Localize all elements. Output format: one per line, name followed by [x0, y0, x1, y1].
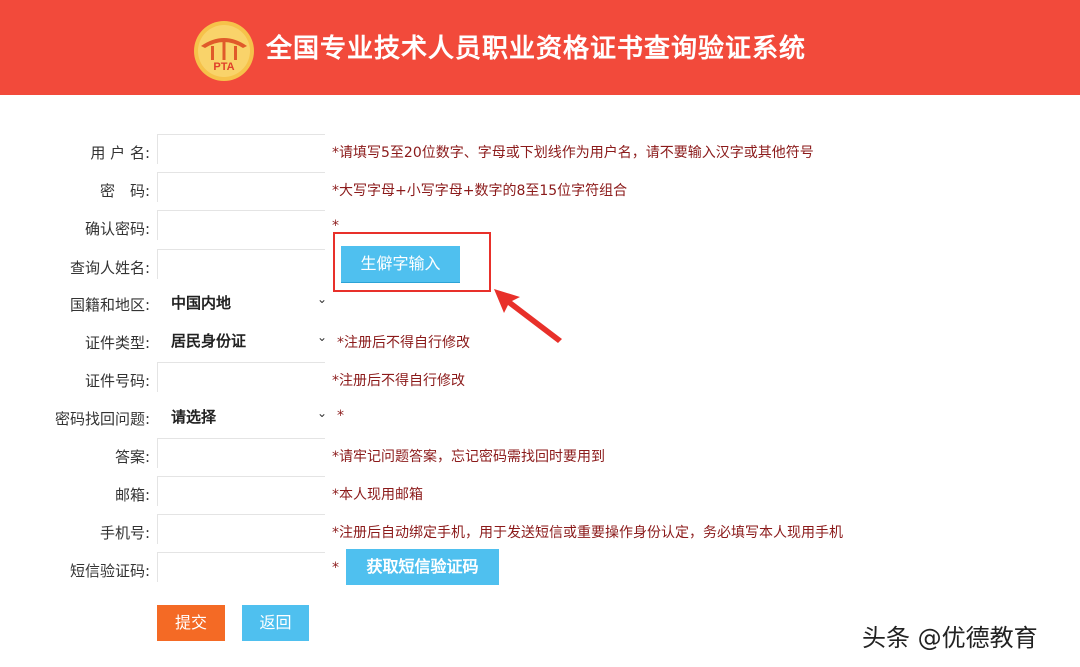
pta-logo-icon: PTA	[194, 21, 254, 81]
back-button[interactable]: 返回	[242, 605, 309, 641]
security-question-hint: *	[337, 408, 344, 424]
query-name-label: 查询人姓名:	[69, 259, 150, 277]
password-label: 密 码:	[99, 182, 150, 200]
email-hint: *本人现用邮箱	[332, 487, 423, 503]
security-question-select[interactable]: 请选择 ⌄	[157, 402, 331, 430]
username-row: 用 户 名: *请填写5至20位数字、字母或下划线作为用户名，请不要输入汉字或其…	[0, 134, 1080, 168]
password-hint: *大写字母+小写字母+数字的8至15位字符组合	[332, 183, 628, 199]
confirm-password-label: 确认密码:	[84, 220, 150, 238]
query-name-row: 查询人姓名:	[0, 249, 1080, 283]
chevron-down-icon: ⌄	[316, 292, 327, 306]
password-row: 密 码: *大写字母+小写字母+数字的8至15位字符组合	[0, 172, 1080, 206]
confirm-password-input[interactable]	[157, 210, 325, 240]
sms-code-input[interactable]	[157, 552, 325, 582]
id-number-row: 证件号码: *注册后不得自行修改	[0, 362, 1080, 396]
id-number-hint: *注册后不得自行修改	[332, 373, 465, 389]
rare-char-input-button[interactable]: 生僻字输入	[341, 246, 460, 282]
id-type-label: 证件类型:	[84, 334, 150, 352]
svg-text:PTA: PTA	[213, 61, 234, 73]
phone-row: 手机号: *注册后自动绑定手机，用于发送短信或重要操作身份认定，务必填写本人现用…	[0, 514, 1080, 548]
username-hint: *请填写5至20位数字、字母或下划线作为用户名，请不要输入汉字或其他符号	[332, 145, 814, 161]
security-question-row: 密码找回问题: 请选择 ⌄ *	[0, 400, 1080, 434]
id-type-selected: 居民身份证	[171, 332, 247, 350]
answer-hint: *请牢记问题答案，忘记密码需找回时要用到	[332, 449, 605, 465]
security-question-label: 密码找回问题:	[54, 410, 150, 428]
sms-code-row: 短信验证码: *	[0, 552, 1080, 586]
id-number-label: 证件号码:	[84, 372, 150, 390]
nationality-label: 国籍和地区:	[69, 296, 150, 314]
answer-row: 答案: *请牢记问题答案，忘记密码需找回时要用到	[0, 438, 1080, 472]
id-type-row: 证件类型: 居民身份证 ⌄ *注册后不得自行修改	[0, 324, 1080, 358]
answer-input[interactable]	[157, 438, 325, 468]
phone-hint: *注册后自动绑定手机，用于发送短信或重要操作身份认定，务必填写本人现用手机	[332, 525, 843, 541]
site-header: PTA 全国专业技术人员职业资格证书查询验证系统	[0, 0, 1080, 95]
sms-code-hint: *	[332, 560, 339, 576]
email-label: 邮箱:	[114, 486, 150, 504]
phone-input[interactable]	[157, 514, 325, 544]
id-number-input[interactable]	[157, 362, 325, 392]
security-question-selected: 请选择	[171, 408, 217, 426]
chevron-down-icon: ⌄	[316, 330, 327, 344]
email-input[interactable]	[157, 476, 325, 506]
nationality-select[interactable]: 中国内地 ⌄	[157, 288, 331, 316]
watermark: 头条 @优德教育	[862, 624, 1038, 652]
password-input[interactable]	[157, 172, 325, 202]
username-input[interactable]	[157, 134, 325, 164]
nationality-selected: 中国内地	[171, 294, 232, 312]
id-type-hint: *注册后不得自行修改	[337, 335, 470, 351]
email-row: 邮箱: *本人现用邮箱	[0, 476, 1080, 510]
id-type-select[interactable]: 居民身份证 ⌄	[157, 326, 331, 354]
get-sms-code-button[interactable]: 获取短信验证码	[346, 549, 499, 585]
confirm-password-row: 确认密码: *	[0, 210, 1080, 244]
answer-label: 答案:	[114, 448, 150, 466]
submit-button[interactable]: 提交	[157, 605, 225, 641]
chevron-down-icon: ⌄	[316, 406, 327, 420]
query-name-input[interactable]	[157, 249, 325, 279]
site-title: 全国专业技术人员职业资格证书查询验证系统	[266, 34, 807, 64]
username-label: 用 户 名:	[90, 144, 150, 162]
sms-code-label: 短信验证码:	[69, 562, 150, 580]
phone-label: 手机号:	[99, 524, 150, 542]
nationality-row: 国籍和地区: 中国内地 ⌄	[0, 286, 1080, 320]
